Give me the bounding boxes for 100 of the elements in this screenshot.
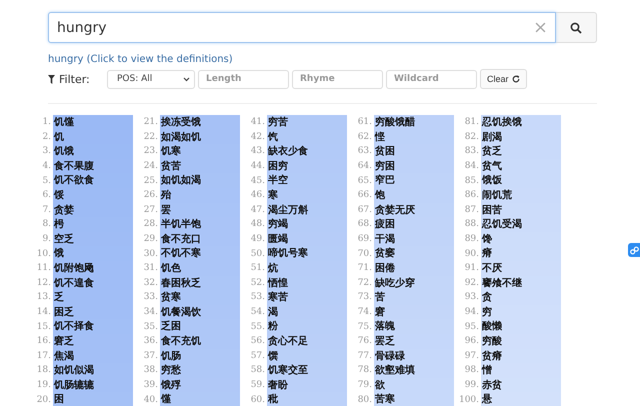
result-word[interactable]: 饥肠辘辘	[53, 378, 133, 392]
definitions-link[interactable]: hungry (Click to view the definitions)	[48, 54, 233, 65]
result-word[interactable]: 贫寒	[160, 290, 240, 305]
result-word[interactable]: 啼饥号寒	[267, 246, 347, 261]
result-word[interactable]: 秕	[267, 392, 347, 406]
filter-field[interactable]: Length	[198, 70, 289, 88]
result-word[interactable]: 食不充饥	[160, 334, 240, 348]
result-word[interactable]: 渴	[267, 304, 347, 320]
filter-field[interactable]: Wildcard	[386, 70, 477, 88]
result-word[interactable]: 困倦	[374, 260, 454, 276]
result-word[interactable]: 饩	[267, 130, 347, 144]
result-word[interactable]: 饥寒交至	[267, 363, 347, 378]
result-word[interactable]: 窘乏	[53, 334, 133, 348]
result-word[interactable]: 饥附饱飏	[53, 260, 133, 276]
result-word[interactable]: 贫窭	[374, 246, 454, 261]
result-word[interactable]: 穷愁	[160, 363, 240, 378]
result-word[interactable]: 苦寒	[374, 392, 454, 406]
result-word[interactable]: 饔飧不继	[481, 276, 561, 290]
result-word[interactable]: 忍饥挨饿	[481, 115, 561, 130]
result-word[interactable]: 半空	[267, 173, 347, 188]
result-word[interactable]: 贫困	[374, 144, 454, 159]
result-word[interactable]: 挨冻受饿	[160, 115, 240, 130]
result-word[interactable]: 困乏	[53, 304, 133, 320]
result-word[interactable]: 焦渴	[53, 348, 133, 364]
result-word[interactable]: 悬	[481, 392, 561, 406]
result-word[interactable]: 欲壑难填	[374, 363, 454, 378]
result-word[interactable]: 憎	[481, 363, 561, 378]
result-word[interactable]: 寒苦	[267, 290, 347, 305]
result-word[interactable]: 罢	[160, 202, 240, 218]
result-word[interactable]: 悭	[374, 130, 454, 144]
result-word[interactable]: 乏	[53, 290, 133, 305]
result-word[interactable]: 骨碌碌	[374, 348, 454, 364]
result-word[interactable]: 干渴	[374, 232, 454, 246]
result-word[interactable]: 如饥如渴	[160, 173, 240, 188]
result-word[interactable]: 馑	[160, 392, 240, 406]
result-word[interactable]: 饿殍	[160, 378, 240, 392]
result-word[interactable]: 穷酸饿醋	[374, 115, 454, 130]
result-word[interactable]: 落魄	[374, 319, 454, 334]
result-word[interactable]: 苦	[374, 290, 454, 305]
result-word[interactable]: 贪婪	[53, 202, 133, 218]
result-word[interactable]: 饿饭	[481, 173, 561, 188]
result-word[interactable]: 饿	[53, 246, 133, 261]
result-word[interactable]: 如渴如饥	[160, 130, 240, 144]
result-word[interactable]: 疲困	[374, 217, 454, 232]
result-word[interactable]: 贫瘠	[481, 348, 561, 364]
result-word[interactable]: 困	[53, 392, 133, 406]
result-word[interactable]: 馁	[53, 188, 133, 203]
result-word[interactable]: 枵	[53, 217, 133, 232]
result-word[interactable]: 贪心不足	[267, 334, 347, 348]
result-word[interactable]: 穷竭	[267, 217, 347, 232]
result-word[interactable]: 饥色	[160, 260, 240, 276]
result-word[interactable]: 不饥不寒	[160, 246, 240, 261]
result-word[interactable]: 窄巴	[374, 173, 454, 188]
result-word[interactable]: 饥不遑食	[53, 276, 133, 290]
result-word[interactable]: 贫气	[481, 158, 561, 174]
result-word[interactable]: 贪	[481, 290, 561, 305]
result-word[interactable]: 闹饥荒	[481, 188, 561, 203]
result-word[interactable]: 酸懒	[481, 319, 561, 334]
result-word[interactable]: 穷酸	[481, 334, 561, 348]
result-word[interactable]: 欲	[374, 378, 454, 392]
result-word[interactable]: 馋	[481, 232, 561, 246]
result-word[interactable]: 困穷	[267, 158, 347, 174]
result-word[interactable]: 困苦	[481, 202, 561, 218]
result-word[interactable]: 匮竭	[267, 232, 347, 246]
result-word[interactable]: 忍饥受渴	[481, 217, 561, 232]
result-word[interactable]: 恓惶	[267, 276, 347, 290]
result-word[interactable]: 粉	[267, 319, 347, 334]
result-word[interactable]: 罢乏	[374, 334, 454, 348]
result-word[interactable]: 穷	[481, 304, 561, 320]
search-button[interactable]	[556, 12, 597, 43]
result-word[interactable]: 饥寒	[160, 144, 240, 159]
result-word[interactable]: 如饥似渴	[53, 363, 133, 378]
result-word[interactable]: 贫苦	[160, 158, 240, 174]
result-word[interactable]: 赤贫	[481, 378, 561, 392]
result-word[interactable]: 瘠	[481, 246, 561, 261]
search-field[interactable]: hungry	[48, 12, 556, 43]
result-word[interactable]: 饥饿	[53, 144, 133, 159]
result-word[interactable]: 饥不择食	[53, 319, 133, 334]
result-word[interactable]: 贪婪无厌	[374, 202, 454, 218]
pos-select[interactable]: POS: All	[107, 70, 195, 88]
result-word[interactable]: 贫乏	[481, 144, 561, 159]
result-word[interactable]: 食不充口	[160, 232, 240, 246]
result-word[interactable]: 奢盼	[267, 378, 347, 392]
result-word[interactable]: 剧渴	[481, 130, 561, 144]
result-word[interactable]: 窘	[374, 304, 454, 320]
filter-field[interactable]: Rhyme	[292, 70, 383, 88]
result-word[interactable]: 殆	[160, 188, 240, 203]
result-word[interactable]: 缺吃少穿	[374, 276, 454, 290]
result-word[interactable]: 空乏	[53, 232, 133, 246]
result-word[interactable]: 乏困	[160, 319, 240, 334]
result-word[interactable]: 缺衣少食	[267, 144, 347, 159]
result-word[interactable]: 饥肠	[160, 348, 240, 364]
result-word[interactable]: 春困秋乏	[160, 276, 240, 290]
clear-button[interactable]: Clear	[480, 69, 527, 89]
result-word[interactable]: 饥不欲食	[53, 173, 133, 188]
result-word[interactable]: 食不果腹	[53, 158, 133, 174]
result-word[interactable]: 渴尘万斛	[267, 202, 347, 218]
result-word[interactable]: 寒	[267, 188, 347, 203]
result-word[interactable]: 饥	[53, 130, 133, 144]
result-word[interactable]: 饱	[374, 188, 454, 203]
